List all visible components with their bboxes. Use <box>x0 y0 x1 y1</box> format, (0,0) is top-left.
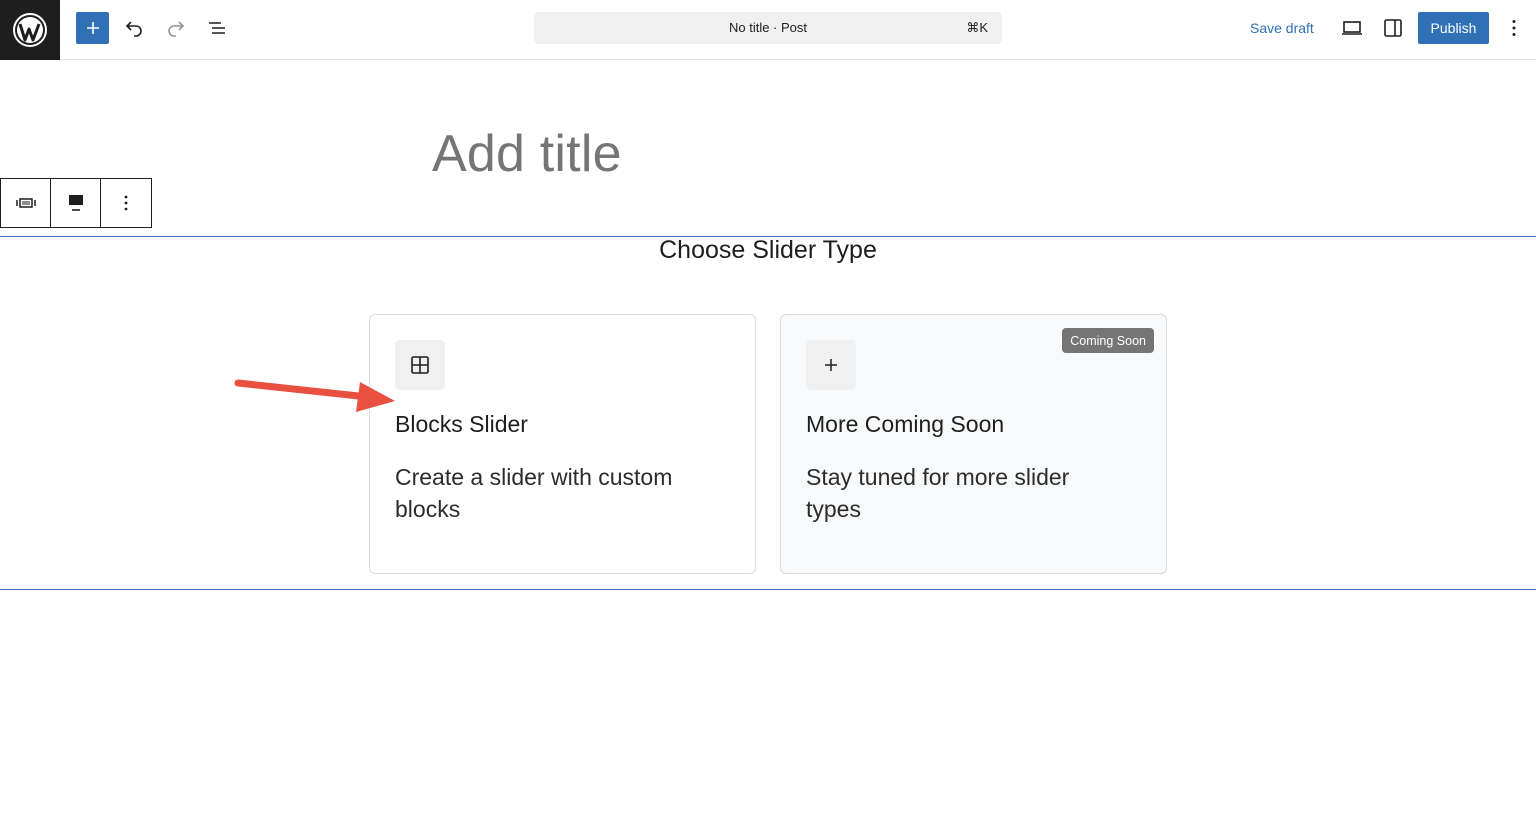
preview-button[interactable] <box>1336 12 1368 44</box>
desktop-preview-icon <box>1342 21 1362 35</box>
redo-button[interactable] <box>160 12 192 44</box>
more-options-icon <box>124 195 128 211</box>
wordpress-logo-icon[interactable] <box>0 0 60 60</box>
slider-block-icon <box>15 198 36 208</box>
card-title: More Coming Soon <box>806 411 1005 437</box>
editor-header: No title · Post ⌘K Save draft Publish <box>0 0 1536 60</box>
block-outline-bottom <box>0 589 1536 590</box>
grid-icon <box>395 340 445 390</box>
command-palette-shortcut: ⌘K <box>966 20 988 35</box>
blocks-slider-card[interactable]: Blocks Slider Create a slider with custo… <box>369 314 756 574</box>
save-draft-button[interactable]: Save draft <box>1240 12 1324 44</box>
more-coming-soon-card: Coming Soon More Coming Soon Stay tuned … <box>780 314 1167 574</box>
add-block-button[interactable] <box>76 12 109 44</box>
undo-icon <box>125 21 142 37</box>
plus-icon <box>806 340 856 390</box>
annotation-arrow-icon <box>234 379 395 412</box>
document-bar[interactable]: No title · Post ⌘K <box>534 12 1002 44</box>
redo-icon <box>168 21 185 37</box>
card-description: Stay tuned for more slider types <box>806 464 1070 522</box>
block-type-button[interactable] <box>1 179 51 227</box>
undo-button[interactable] <box>118 12 150 44</box>
alignment-icon <box>68 195 83 211</box>
more-vertical-icon <box>1512 20 1516 36</box>
block-align-button[interactable] <box>51 179 101 227</box>
card-title: Blocks Slider <box>395 411 528 437</box>
options-button[interactable] <box>1498 12 1530 44</box>
document-title: No title · Post <box>728 20 808 35</box>
list-view-button[interactable] <box>201 12 233 44</box>
block-options-button[interactable] <box>101 179 151 227</box>
publish-button[interactable]: Publish <box>1418 12 1489 44</box>
slider-type-heading: Choose Slider Type <box>659 236 877 264</box>
coming-soon-badge: Coming Soon <box>1062 328 1154 353</box>
card-description: Create a slider with custom blocks <box>395 464 673 522</box>
settings-sidebar-button[interactable] <box>1377 12 1409 44</box>
post-title-input[interactable]: Add title <box>432 124 622 184</box>
list-view-icon <box>209 22 225 34</box>
plus-icon <box>86 22 99 34</box>
block-toolbar <box>0 178 152 228</box>
sidebar-toggle-icon <box>1384 19 1402 37</box>
